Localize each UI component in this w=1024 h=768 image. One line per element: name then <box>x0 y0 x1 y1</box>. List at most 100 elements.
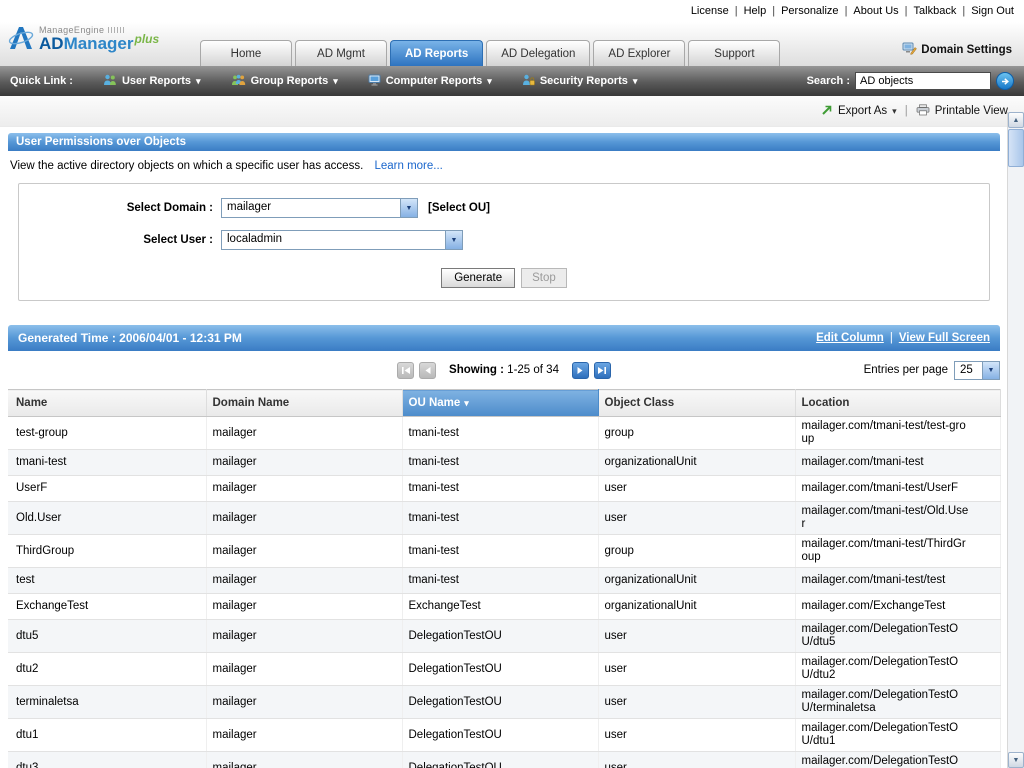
search-area: Search : <box>807 72 1014 90</box>
entries-per-page-value: 25 <box>960 363 973 376</box>
cell-location: mailager.com/tmani-test/test <box>795 567 1001 594</box>
quick-link-label: Quick Link : <box>10 75 73 87</box>
domain-select[interactable]: mailager ▼ <box>221 198 418 218</box>
tab-home[interactable]: Home <box>200 40 292 66</box>
license-link[interactable]: License <box>691 5 729 17</box>
tab-ad-mgmt[interactable]: AD Mgmt <box>295 40 387 66</box>
logo-text: ManageEngine ADManagerplus <box>39 25 159 54</box>
chevron-down-icon: ▾ <box>632 75 638 86</box>
scroll-down-icon: ▼ <box>1012 756 1020 764</box>
help-link[interactable]: Help <box>744 5 767 17</box>
cell-name: Old.User <box>8 501 207 535</box>
logo-product-rest: Manager <box>63 34 134 53</box>
select-user-label: Select User : <box>143 234 213 246</box>
view-full-screen-link[interactable]: View Full Screen <box>899 332 990 344</box>
select-ou-link[interactable]: [Select OU] <box>428 202 490 214</box>
cell-name: dtu5 <box>8 619 207 653</box>
first-page-button <box>397 361 415 379</box>
cell-domain: mailager <box>206 619 403 653</box>
report-title: User Permissions over Objects <box>16 136 187 148</box>
sign-out-link[interactable]: Sign Out <box>971 5 1014 17</box>
content-area: User Permissions over Objects View the a… <box>0 133 1008 768</box>
last-page-icon <box>598 366 607 374</box>
computer-reports-icon <box>368 74 381 89</box>
cell-ou: tmani-test <box>402 534 599 568</box>
cell-object_class: user <box>598 751 796 768</box>
menu-computer-reports[interactable]: Computer Reports ▾ <box>368 74 492 89</box>
cell-name: dtu3 <box>8 751 207 768</box>
sort-desc-icon: ▾ <box>464 398 469 408</box>
edit-column-link[interactable]: Edit Column <box>816 332 884 344</box>
report-form: Select Domain : mailager ▼ [Select OU] S… <box>18 183 990 301</box>
cell-location: mailager.com/DelegationTestOU/terminalet… <box>795 685 1001 719</box>
cell-object_class: user <box>598 475 796 502</box>
tab-ad-explorer[interactable]: AD Explorer <box>593 40 686 66</box>
cell-name: dtu1 <box>8 718 207 752</box>
cell-ou: tmani-test <box>402 501 599 535</box>
export-as-button[interactable]: Export As ▾ <box>821 104 897 119</box>
scrollbar-thumb[interactable] <box>1008 129 1024 167</box>
chevron-down-icon: ▼ <box>982 361 999 379</box>
separator: | <box>734 5 738 17</box>
table-row: dtu1 mailager DelegationTestOU user mailager… <box>8 718 1001 752</box>
printable-view-button[interactable]: Printable View <box>916 103 1008 119</box>
generate-button[interactable]: Generate <box>441 268 516 288</box>
table-row: test mailager tmani-test organizationalUnit… <box>8 567 1001 594</box>
logo-product-plus: plus <box>134 32 160 46</box>
cell-domain: mailager <box>206 501 403 535</box>
security-reports-icon <box>522 74 535 89</box>
tab-ad-reports[interactable]: AD Reports <box>390 40 484 66</box>
column-header-ou-name[interactable]: OU Name ▾ <box>402 389 599 417</box>
table-row: UserF mailager tmani-test user mailager.com/… <box>8 475 1001 502</box>
menu-group-reports[interactable]: Group Reports ▾ <box>231 74 338 89</box>
separator: | <box>889 332 893 344</box>
about-us-link[interactable]: About Us <box>853 5 898 17</box>
table-row: dtu2 mailager DelegationTestOU user mailager… <box>8 652 1001 686</box>
personalize-link[interactable]: Personalize <box>781 5 838 17</box>
scroll-down-button[interactable]: ▼ <box>1008 752 1024 768</box>
admanager-logo: ManageEngine ADManagerplus <box>8 25 159 56</box>
app-header: ManageEngine ADManagerplus Home AD Mgmt … <box>0 22 1024 66</box>
separator: | <box>772 5 776 17</box>
showing-status: Showing : 1-25 of 34 <box>449 364 559 376</box>
table-row: ExchangeTest mailager ExchangeTest organiza… <box>8 593 1001 620</box>
column-header-domain-name[interactable]: Domain Name <box>206 389 403 417</box>
column-header-name[interactable]: Name <box>8 389 207 417</box>
domain-settings-label: Domain Settings <box>921 44 1012 56</box>
user-select[interactable]: localadmin ▼ <box>221 230 463 250</box>
select-domain-label: Select Domain : <box>126 202 213 214</box>
cell-location: mailager.com/tmani-test/test-group <box>795 416 1001 450</box>
menu-user-reports[interactable]: User Reports ▾ <box>103 74 201 89</box>
menu-security-reports[interactable]: Security Reports ▾ <box>522 74 638 89</box>
table-row: tmani-test mailager tmani-test organization… <box>8 449 1001 476</box>
pagination-row: Showing : 1-25 of 34 Entries per page 25… <box>8 351 1000 389</box>
last-page-button[interactable] <box>593 361 611 379</box>
cell-location: mailager.com/DelegationTestOU/dtu2 <box>795 652 1001 686</box>
column-header-object-class[interactable]: Object Class <box>598 389 796 417</box>
learn-more-link[interactable]: Learn more... <box>374 160 442 172</box>
cell-name: UserF <box>8 475 207 502</box>
scroll-up-button[interactable]: ▲ <box>1008 112 1024 128</box>
entries-per-page-select[interactable]: 25 ▼ <box>954 360 1000 380</box>
report-toolbar: Export As ▾ | Printable View <box>0 96 1024 127</box>
column-header-location[interactable]: Location <box>795 389 1001 417</box>
tab-ad-delegation[interactable]: AD Delegation <box>486 40 591 66</box>
next-page-button[interactable] <box>571 361 589 379</box>
vertical-scrollbar[interactable]: ▲ ▼ <box>1007 112 1024 768</box>
table-row: dtu5 mailager DelegationTestOU user mailager… <box>8 619 1001 653</box>
menu-label: Security Reports <box>539 75 628 87</box>
cell-object_class: group <box>598 534 796 568</box>
logo-decoration <box>108 27 125 33</box>
domain-settings-button[interactable]: Domain Settings <box>902 42 1012 58</box>
cell-ou: ExchangeTest <box>402 593 599 620</box>
search-go-button[interactable] <box>996 72 1014 90</box>
results-table: Name Domain Name OU Name ▾ Object Class L… <box>8 389 1001 768</box>
top-links-bar: License | Help | Personalize | About Us | Ta… <box>0 0 1024 22</box>
report-description-row: View the active directory objects on whi… <box>0 151 1008 179</box>
main-tabs: Home AD Mgmt AD Reports AD Delegation AD… <box>200 40 781 66</box>
logo-product-ad: AD <box>39 34 64 53</box>
tab-support[interactable]: Support <box>688 40 781 66</box>
search-input[interactable] <box>855 72 991 90</box>
talkback-link[interactable]: Talkback <box>914 5 957 17</box>
cell-domain: mailager <box>206 718 403 752</box>
